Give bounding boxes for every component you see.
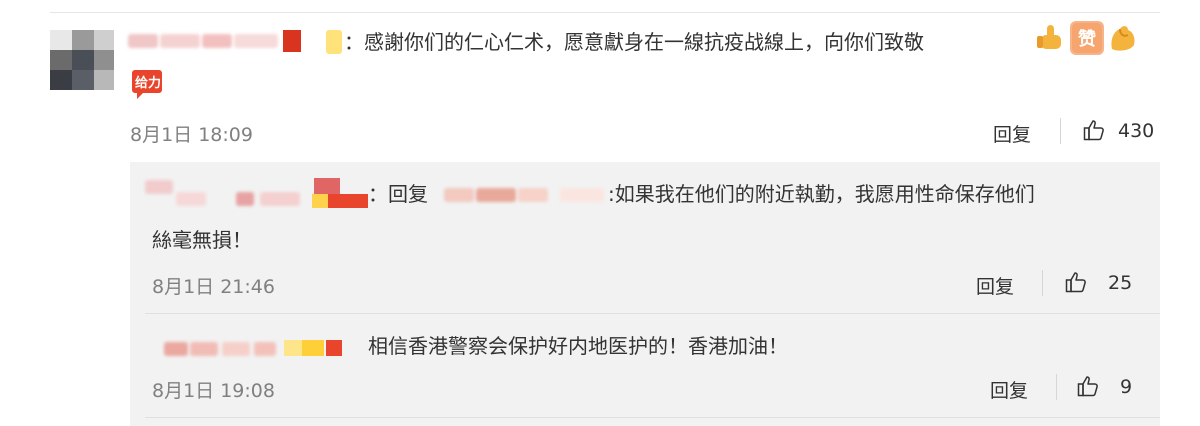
reply1-text-line2: 絲毫無損！ <box>152 228 252 252</box>
reply1-like-icon[interactable] <box>1064 270 1088 294</box>
reply-button[interactable]: 回复 <box>993 120 1031 147</box>
avatar[interactable] <box>50 30 114 90</box>
badge-label: 给力 <box>134 76 161 91</box>
emoji-zan-icon: 赞 <box>1070 21 1104 55</box>
reply1-prefix: ：回复 <box>368 182 428 206</box>
reply1-time: 8月1日 21:46 <box>152 276 275 298</box>
like-count: 430 <box>1118 120 1155 142</box>
reply-divider <box>145 313 1160 314</box>
reply2-like-icon[interactable] <box>1076 374 1100 398</box>
reply1-text-line1: :如果我在他们的附近執勤，我愿用性命保存他们 <box>608 182 1035 206</box>
comment-time: 8月1日 18:09 <box>130 124 253 146</box>
emoji-muscle-icon <box>1106 21 1140 55</box>
emoji-thumbs-up-icon <box>1035 21 1069 55</box>
reply2-time: 8月1日 19:08 <box>152 380 275 402</box>
reply1-like-count: 25 <box>1108 272 1133 294</box>
reply2-text: 相信香港警察会保护好内地医护的！香港加油！ <box>368 334 788 358</box>
reply2-like-count: 9 <box>1120 376 1133 398</box>
reply2-reply-button[interactable]: 回复 <box>990 376 1028 403</box>
geili-badge-icon: 给力 <box>131 68 163 100</box>
comment-text: ：感謝你们的仁心仁术，愿意獻身在一線抗疫战線上，向你们致敬 <box>344 30 924 54</box>
action-divider <box>1060 118 1061 144</box>
top-divider <box>50 12 1160 13</box>
reply-divider-bottom <box>145 417 1160 418</box>
reply1-action-divider <box>1042 270 1043 296</box>
svg-text:赞: 赞 <box>1077 29 1096 50</box>
like-icon[interactable] <box>1082 118 1106 142</box>
reply1-reply-button[interactable]: 回复 <box>976 272 1014 299</box>
reply2-action-divider <box>1056 374 1057 400</box>
